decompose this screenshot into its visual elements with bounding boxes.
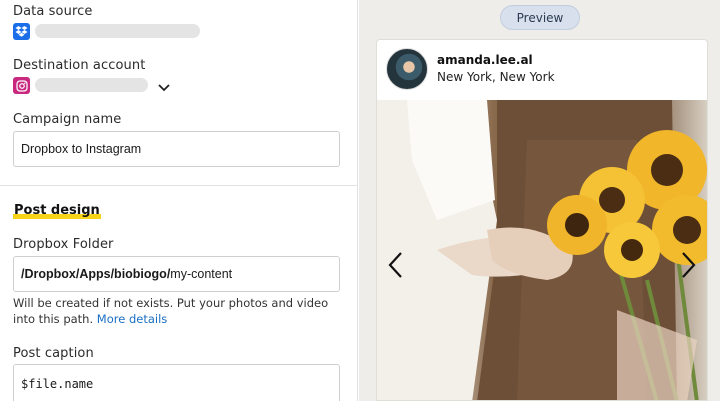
folder-path-prefix: /Dropbox/Apps/biobiogo/ <box>21 267 171 281</box>
chevron-right-icon[interactable] <box>679 251 697 285</box>
post-caption-value: $file.name <box>21 377 94 391</box>
chevron-left-icon[interactable] <box>387 251 405 285</box>
post-design-heading: Post design <box>13 202 101 219</box>
destination-account-value[interactable] <box>35 78 148 92</box>
sunflower-photo <box>377 100 707 400</box>
dropbox-folder-label: Dropbox Folder <box>13 237 114 252</box>
avatar <box>386 48 428 90</box>
section-divider <box>0 185 357 186</box>
campaign-name-input[interactable]: Dropbox to Instagram <box>13 131 340 167</box>
campaign-name-value: Dropbox to Instagram <box>21 142 142 156</box>
chevron-down-icon[interactable] <box>157 78 173 92</box>
destination-account-label: Destination account <box>13 58 146 73</box>
data-source-value[interactable] <box>35 24 200 38</box>
data-source-label: Data source <box>13 4 93 19</box>
preview-button[interactable]: Preview <box>500 5 580 30</box>
post-location: New York, New York <box>437 70 555 84</box>
folder-path-value: my-content <box>170 267 233 281</box>
folder-helper-message: Will be created if not exists. Put your … <box>13 296 329 326</box>
post-caption-input[interactable]: $file.name <box>13 364 340 401</box>
campaign-name-label: Campaign name <box>13 112 122 127</box>
folder-helper-text: Will be created if not exists. Put your … <box>13 295 348 327</box>
more-details-link[interactable]: More details <box>97 312 167 326</box>
instagram-icon <box>13 77 30 94</box>
post-username: amanda.lee.al <box>437 53 533 67</box>
post-caption-label: Post caption <box>13 346 94 361</box>
dropbox-icon <box>13 23 30 40</box>
dropbox-folder-input[interactable]: /Dropbox/Apps/biobiogo/ my-content <box>13 256 340 292</box>
preview-panel: Preview amanda.lee.al New York, New York <box>359 0 720 401</box>
post-image <box>377 100 707 400</box>
instagram-post-preview: amanda.lee.al New York, New York <box>376 39 708 401</box>
settings-panel: Data source Destination account Campaign… <box>0 0 358 401</box>
